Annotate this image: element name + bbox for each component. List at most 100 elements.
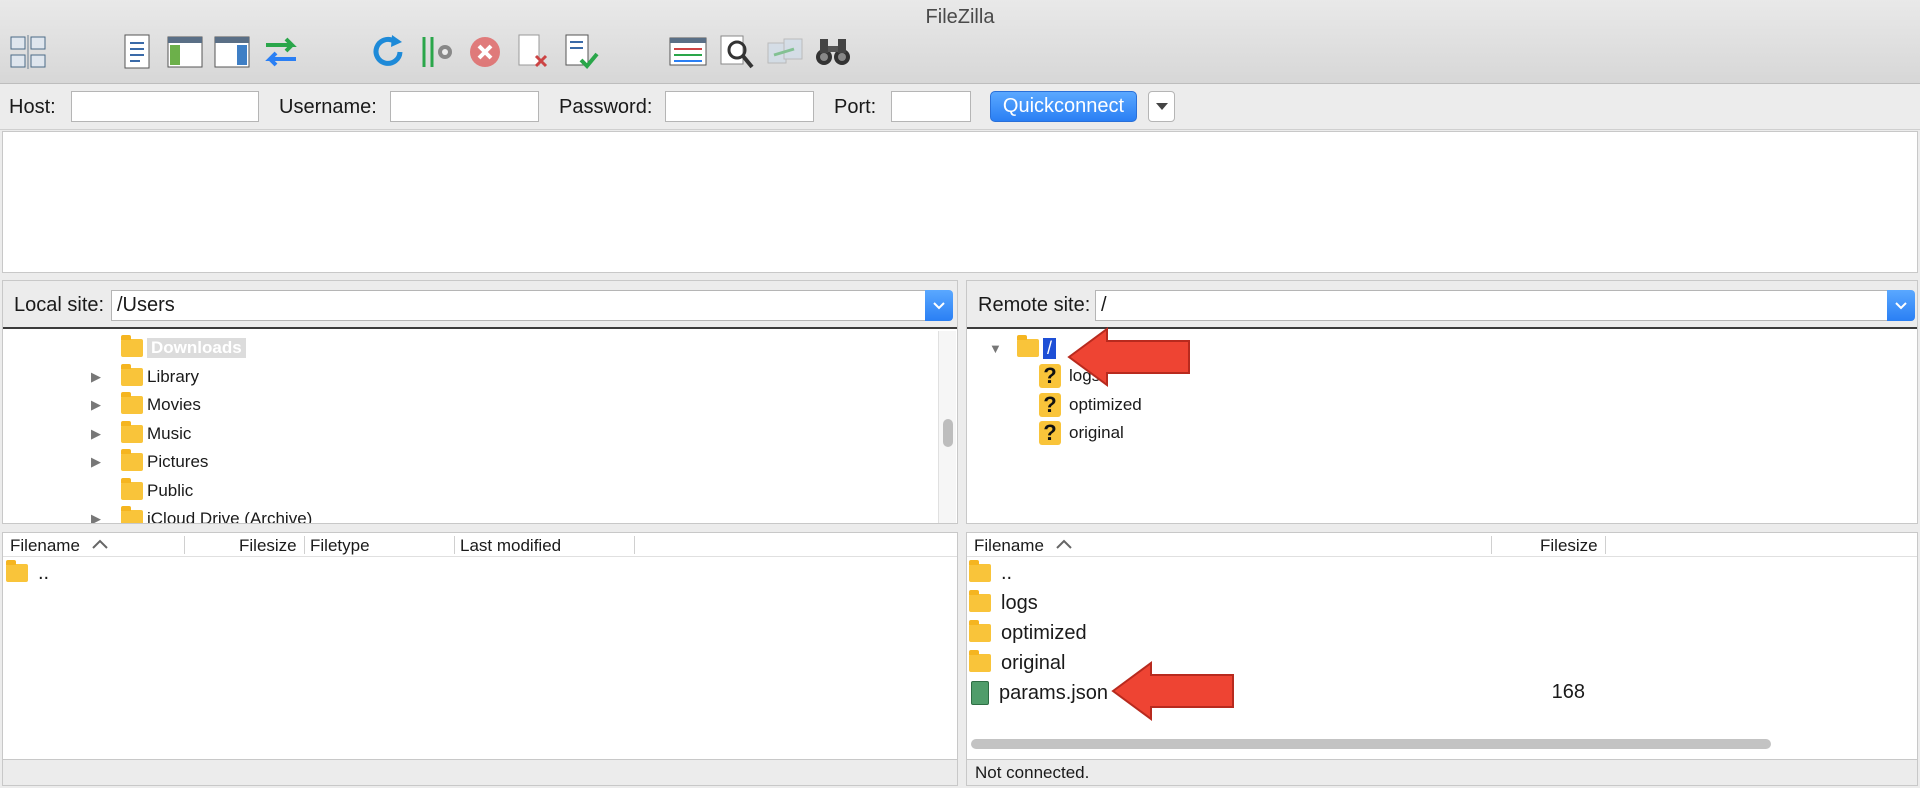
quickconnect-button[interactable]: Quickconnect [990,91,1137,122]
unknown-folder-icon: ? [1039,420,1061,445]
expand-triangle-icon[interactable]: ▶ [91,369,107,385]
expand-triangle-icon[interactable]: ▶ [91,426,107,442]
sync-browse-icon[interactable] [765,32,805,72]
host-input[interactable] [71,91,259,122]
folder-icon [121,420,143,443]
remote-file-name: .. [1001,561,1013,584]
refresh-icon[interactable] [368,32,408,72]
unknown-folder-icon: ? [1039,392,1061,417]
host-label: Host: [9,96,56,118]
sort-ascending-icon[interactable] [91,539,109,549]
disconnect-icon[interactable] [513,32,553,72]
folder-icon [969,560,991,582]
local-col-filename[interactable]: Filename [10,536,80,556]
remote-file-row[interactable]: .. [969,559,1909,587]
sort-ascending-icon[interactable] [1055,539,1073,549]
local-tree-item[interactable]: ▶ Pictures [91,449,208,475]
local-tree-item-label: Pictures [147,452,209,471]
column-separator[interactable] [184,536,185,554]
local-tree-item[interactable]: Downloads [91,335,246,361]
local-tree-item-label: iCloud Drive (Archive) [147,509,313,523]
remote-file-name: params.json [999,681,1108,704]
remote-list-header: Filename Filesize [967,533,1917,557]
local-col-filesize[interactable]: Filesize [239,536,297,556]
remote-col-filename[interactable]: Filename [974,536,1044,556]
json-file-icon [971,681,989,705]
remote-site-path[interactable]: / [1095,290,1889,321]
column-separator[interactable] [454,536,455,554]
folder-icon [121,477,143,500]
expand-triangle-icon[interactable]: ▶ [91,397,107,413]
remote-site-header: Remote site: / [967,281,1917,329]
column-separator[interactable] [1491,536,1492,554]
local-tree-item[interactable]: ▶ iCloud Drive (Archive) [91,506,312,523]
local-col-filetype[interactable]: Filetype [310,536,370,556]
remote-file-row[interactable]: optimized [969,619,1909,647]
local-tree-panel: Local site: /Users Downloads ▶ Library ▶ Mov… [2,280,958,524]
port-input[interactable] [891,91,971,122]
remote-status-bar: Not connected. [967,759,1917,785]
local-tree-scroll-thumb[interactable] [943,419,953,447]
search-icon[interactable] [717,32,757,72]
username-input[interactable] [390,91,539,122]
local-directory-tree[interactable]: Downloads ▶ Library ▶ Movies ▶ Music ▶ Pictures P… [3,331,937,523]
remote-tree-icon[interactable] [212,32,252,72]
expand-triangle-icon[interactable]: ▶ [91,511,107,523]
remote-file-name: optimized [1001,621,1087,644]
column-separator[interactable] [634,536,635,554]
remote-tree-item[interactable]: ? optimized [1039,392,1142,418]
remote-site-label: Remote site: [978,294,1091,316]
local-site-path[interactable]: /Users [111,290,927,321]
remote-col-filesize[interactable]: Filesize [1540,536,1598,556]
quickconnect-history-button[interactable] [1148,91,1175,122]
folder-icon [121,506,143,523]
remote-file-name: original [1001,651,1066,674]
message-log-icon[interactable] [117,32,157,72]
remote-file-row[interactable]: logs [969,589,1909,617]
remote-tree-item[interactable]: ? original [1039,420,1124,446]
window-title: FileZilla [925,6,995,28]
local-tree-item[interactable]: ▶ Music [91,420,192,447]
reconnect-icon[interactable] [561,32,601,72]
local-tree-item[interactable]: ▶ Movies [91,392,201,418]
remote-file-name: logs [1001,591,1038,614]
filter-settings-icon[interactable] [417,32,457,72]
local-tree-item[interactable]: ▶ Library [91,363,199,390]
local-col-modified[interactable]: Last modified [460,536,561,556]
message-log[interactable] [2,131,1918,273]
local-site-label: Local site: [14,294,105,316]
cancel-icon[interactable] [465,32,505,72]
red-arrow-annotation [1067,327,1190,387]
remote-file-row[interactable]: original [969,649,1909,677]
binoculars-icon[interactable] [813,32,853,72]
local-file-name: .. [38,561,50,584]
remote-tree-item-label: optimized [1069,394,1142,414]
transfer-queue-icon[interactable] [261,32,301,72]
local-site-dropdown[interactable] [925,290,953,321]
remote-tree-root[interactable]: ▼ / [989,335,1057,361]
local-tree-icon[interactable] [165,32,205,72]
local-tree-item-label: Public [147,480,194,500]
remote-file-size: 168 [1551,681,1585,703]
folder-icon [121,392,143,414]
column-separator[interactable] [1605,536,1606,554]
remote-file-row[interactable]: params.json 168 [969,679,1909,707]
folder-icon [121,449,143,471]
password-input[interactable] [665,91,814,122]
local-tree-item[interactable]: Public [91,477,194,504]
site-manager-icon[interactable] [8,32,48,72]
folder-icon [969,650,991,672]
local-tree-scrollbar[interactable] [938,331,956,523]
remote-site-dropdown[interactable] [1887,290,1915,321]
remote-tree-item-label: original [1069,423,1124,442]
expanded-triangle-icon[interactable]: ▼ [989,341,1005,356]
expand-triangle-icon[interactable]: ▶ [91,454,107,470]
local-tree-item-label: Music [147,423,192,443]
local-list-header: Filename Filesize Filetype Last modified [3,533,957,557]
local-file-row[interactable]: .. [6,559,49,587]
column-separator[interactable] [304,536,305,554]
remote-list-scroll-thumb[interactable] [971,739,1771,749]
folder-icon [969,590,991,612]
directory-listing-icon[interactable] [668,32,708,72]
remote-file-list: Filename Filesize .. logs optimized origina… [966,532,1918,786]
